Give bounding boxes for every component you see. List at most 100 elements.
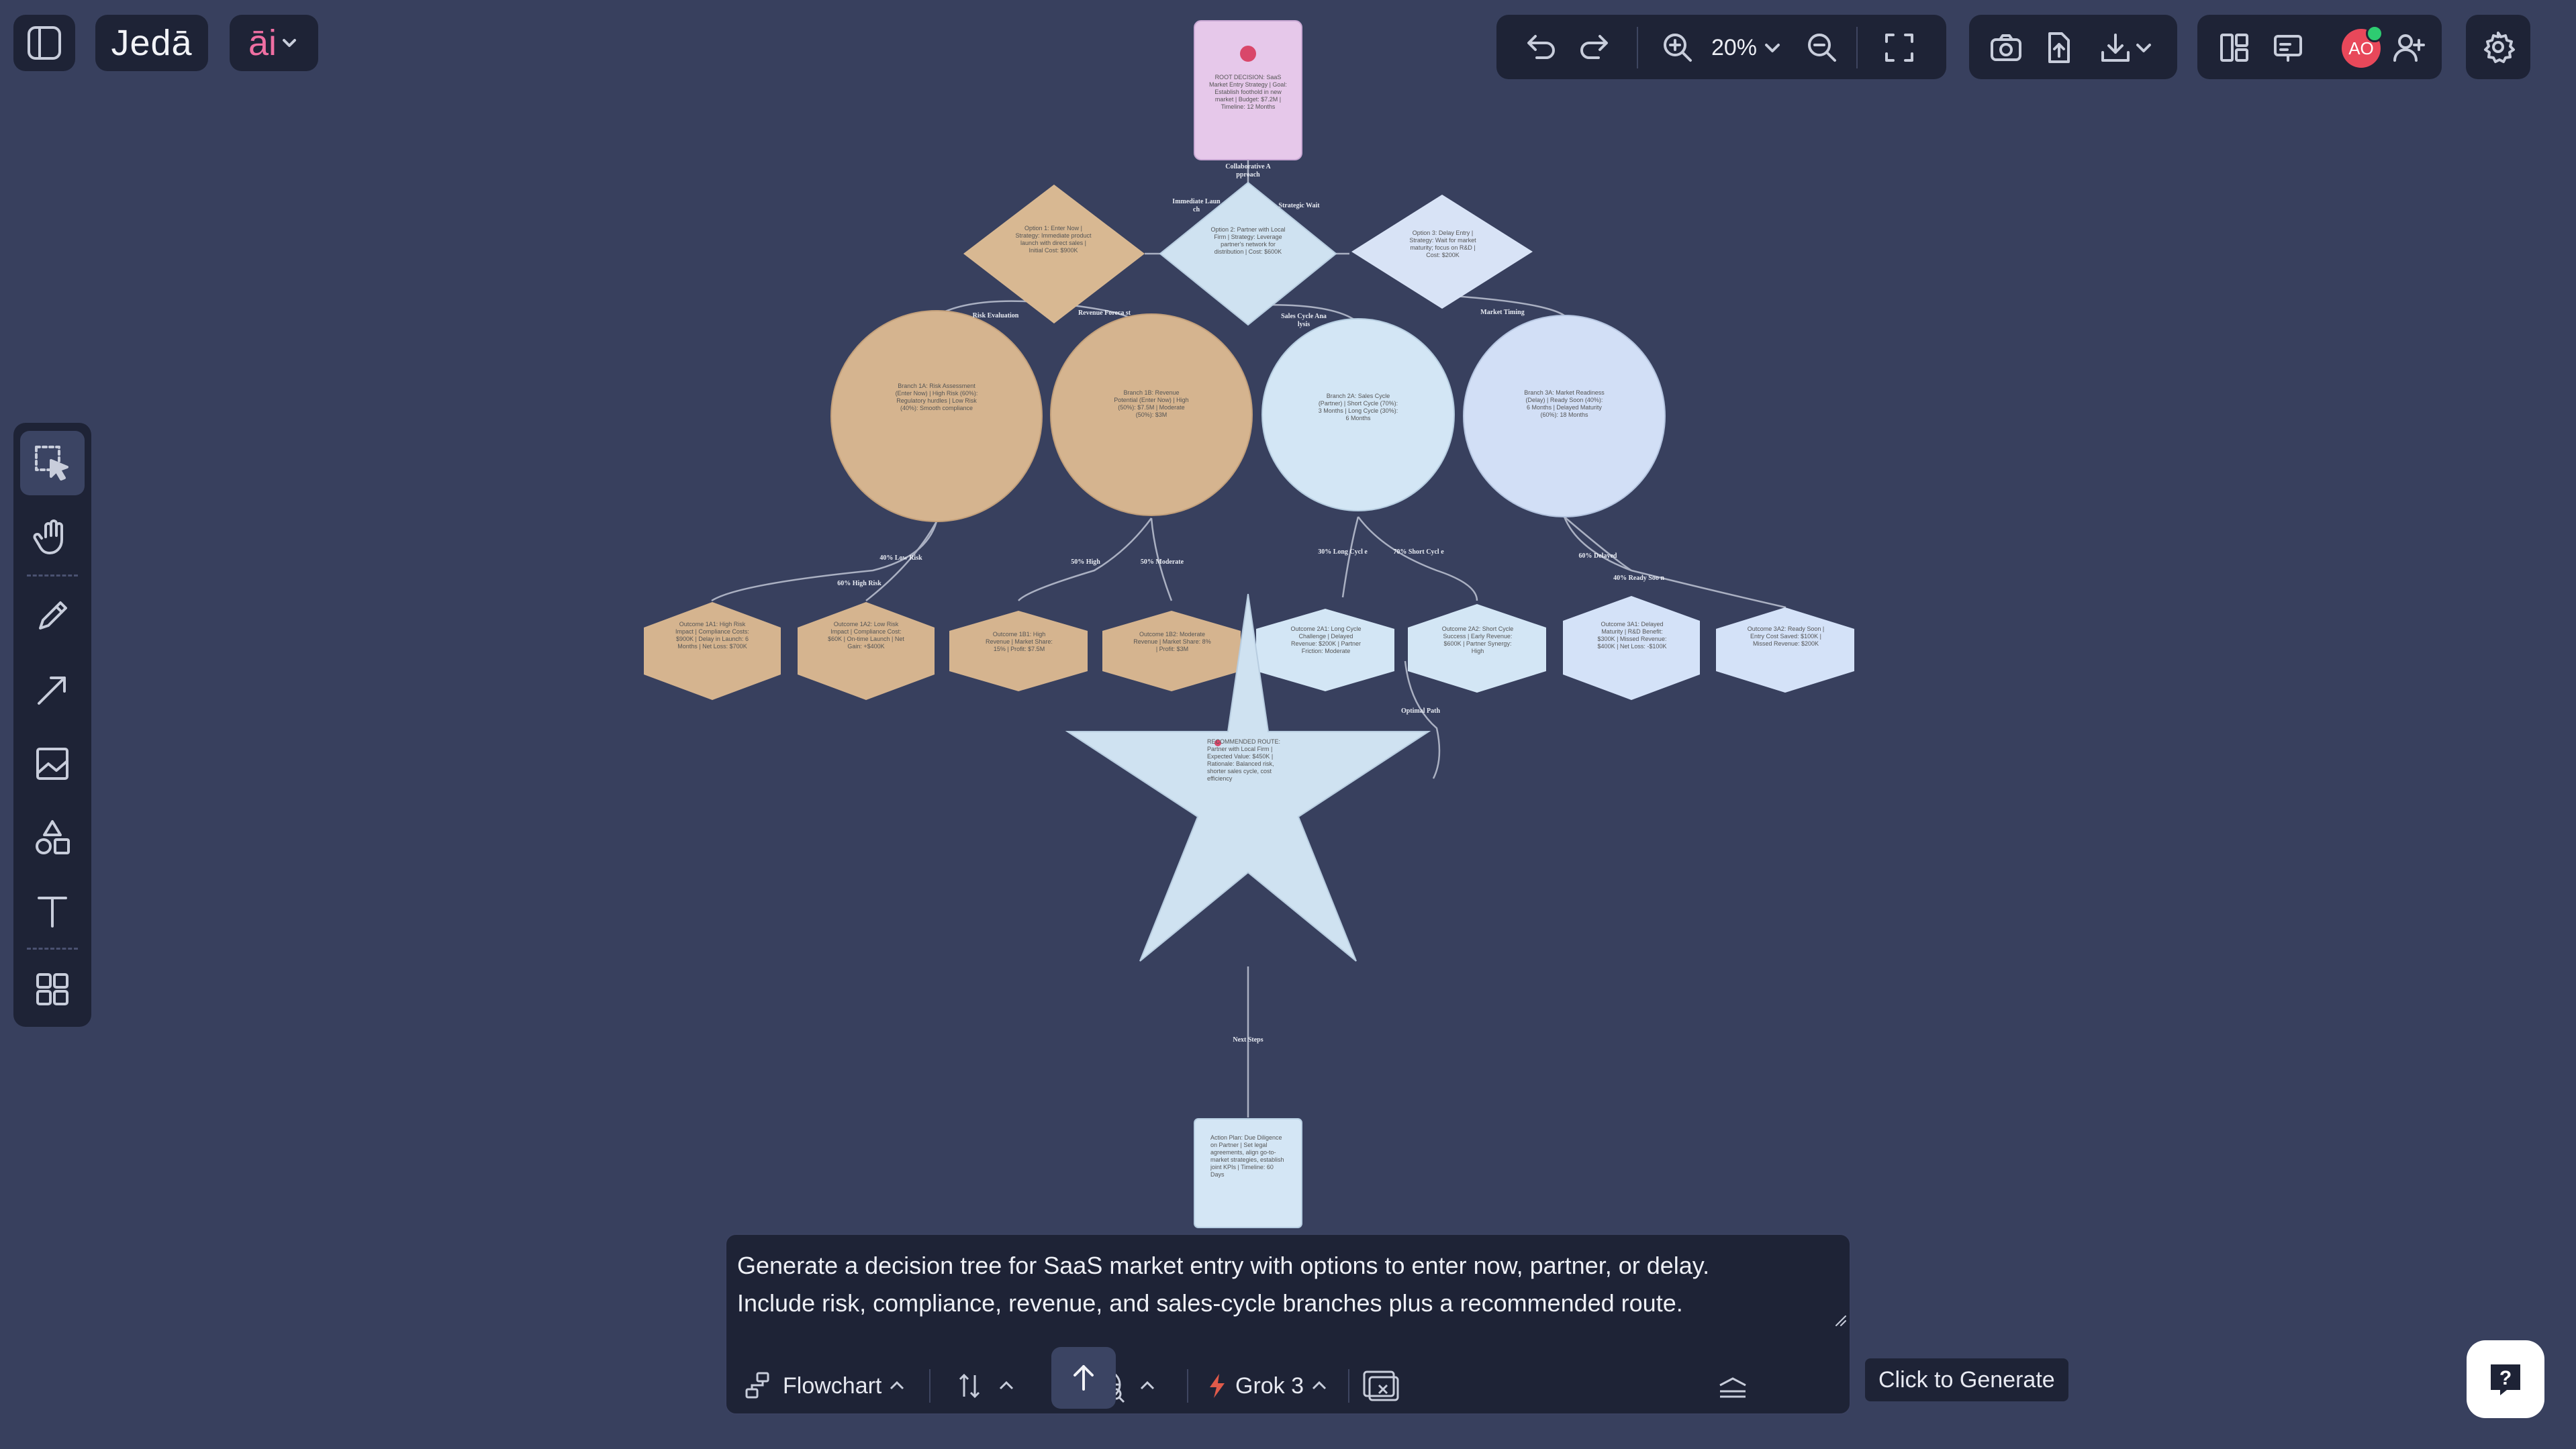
share-button[interactable] [2035,24,2082,71]
screenshot-button[interactable] [1983,24,2030,71]
edge-b2a-o5 [1341,516,1359,598]
diagram-type-label: Flowchart [783,1372,882,1399]
edge-label-low-risk: 40% Low Risk [879,554,922,562]
presentation-button[interactable] [2264,24,2311,71]
chevron-down-icon [2136,44,2151,52]
chevron-up-icon [1312,1381,1327,1390]
svg-text:?: ? [2499,1367,2512,1389]
edge-label-moderate: 50% Moderate [1140,558,1184,566]
zoom-out-button[interactable] [1799,24,1846,71]
branch-1a-text: Branch 1A: Risk Assessment (Enter Now) |… [895,383,978,411]
camera-icon [1991,34,2021,61]
download-button[interactable] [2089,24,2162,71]
export-toolbar [1969,15,2177,79]
edge-label-immediate: Immediate Laun ch [1172,198,1221,213]
edge-label-strategic: Strategic Wait [1278,202,1320,209]
redo-icon [1580,35,1608,59]
pencil-icon [39,601,67,630]
sidebar-icon [13,15,75,71]
direction-select[interactable] [955,1356,1016,1416]
sort-arrows-icon [959,1373,980,1399]
arrow-icon [38,677,66,705]
outcome-1b2-text: Outcome 1B2: Moderate Revenue | Market S… [1133,631,1211,652]
tool-palette [13,423,91,1027]
arrow-up-icon [1051,1347,1116,1409]
shapes-icon [36,820,70,854]
present-icon [2274,35,2302,62]
chevron-up-icon [890,1381,904,1390]
chevron-up-icon [1140,1381,1155,1390]
model-select[interactable]: Grok 3 [1207,1356,1329,1416]
sidebar-toggle-button[interactable] [13,15,75,71]
edge-label-high-risk: 60% High Risk [837,580,881,587]
edge-label-long: 30% Long Cycl e [1318,548,1368,556]
branch-1b-text: Branch 1B: Revenue Potential (Enter Now)… [1114,389,1189,418]
outcome-2a1-text: Outcome 2A1: Long Cycle Challenge | Dela… [1290,626,1362,654]
gear-icon [2466,15,2530,79]
generate-tooltip: Click to Generate [1865,1358,2068,1401]
edge-label-market: Market Timing [1480,309,1525,316]
redo-button[interactable] [1572,24,1619,71]
zoom-level: 20% [1711,34,1758,60]
chevron-up-icon [999,1381,1014,1390]
diagram-type-select[interactable]: Flowchart [744,1356,907,1416]
edge-b3a-o8 [1564,516,1786,609]
option-1-text: Option 1: Enter Now | Strategy: Immediat… [1015,225,1092,254]
option-2-text: Option 2: Partner with Local Firm | Stra… [1210,226,1286,255]
shapes-tool[interactable] [20,805,85,870]
options-menu-button[interactable] [1716,1356,1750,1416]
edge-label-revenue: Revenue Foreca st [1078,309,1131,317]
outcome-3a2-text: Outcome 3A2: Ready Soon | Entry Cost Sav… [1747,626,1825,647]
option-3-text: Option 3: Delay Entry | Strategy: Wait f… [1409,230,1476,258]
arrow-tool[interactable] [20,658,85,722]
branch-2a-text: Branch 2A: Sales Cycle (Partner) | Short… [1318,393,1398,421]
edge-b2a-o6 [1357,516,1478,601]
diagram-canvas[interactable] [0,0,2576,1449]
prompt-input[interactable]: Generate a decision tree for SaaS market… [737,1247,1811,1322]
resize-handle-icon[interactable] [1833,1313,1848,1328]
settings-button[interactable] [2466,15,2530,79]
prompt-line-2: Include risk, compliance, revenue, and s… [737,1289,1683,1317]
upload-file-icon [2048,32,2070,63]
layout-icon [2220,34,2248,62]
invite-user-button[interactable] [2385,24,2432,71]
online-status-dot [2366,25,2383,42]
image-tool[interactable] [20,732,85,796]
ai-menu-button[interactable]: āi [230,15,318,71]
edge-label-collab: Collaborative A pproach [1225,163,1271,179]
edge-label-optimal: Optimal Path [1400,707,1441,715]
brand-logo[interactable]: Jedā [95,15,208,71]
chevron-down-icon [1761,36,1784,59]
fit-screen-button[interactable] [1876,24,1923,71]
zoom-out-icon [1808,34,1836,62]
user-avatar[interactable]: AO [2342,25,2383,68]
next-step-text: Action Plan: Due Diligence on Partner | … [1210,1134,1284,1178]
edge-label-ready: 40% Ready Soo n [1613,574,1664,582]
outcome-1a2-text: Outcome 1A2: Low Risk Impact | Complianc… [828,621,904,650]
user-toolbar: AO [2197,15,2442,79]
attach-canvas-button[interactable] [1362,1356,1400,1416]
chevron-down-icon [279,33,299,53]
hand-tool[interactable] [20,505,85,569]
zoom-in-icon [1664,34,1692,62]
edge-label-high: 50% High [1071,558,1100,566]
add-user-icon [2393,34,2425,62]
layout-button[interactable] [2211,24,2258,71]
fullscreen-icon [1885,34,1913,62]
brand-name: Jedā [111,23,193,63]
generate-button[interactable] [1051,1347,1116,1409]
generate-tooltip-text: Click to Generate [1878,1366,2055,1393]
help-button[interactable]: ? [2467,1340,2544,1418]
zoom-level-select[interactable]: 20% [1707,24,1788,71]
text-tool[interactable] [20,879,85,944]
outcome-2a2-text: Outcome 2A2: Short Cycle Success | Early… [1441,626,1514,654]
pencil-tool[interactable] [20,584,85,648]
hand-icon [33,519,63,554]
templates-tool[interactable] [20,957,85,1021]
star-text: RECOMMENDED ROUTE: Partner with Local Fi… [1207,738,1281,782]
text-icon [38,897,67,928]
edge-label-sales: Sales Cycle Ana lysis [1281,313,1327,328]
undo-button[interactable] [1517,24,1564,71]
branch-3a-text: Branch 3A: Market Readiness (Delay) | Re… [1524,389,1605,418]
zoom-in-button[interactable] [1654,24,1701,71]
